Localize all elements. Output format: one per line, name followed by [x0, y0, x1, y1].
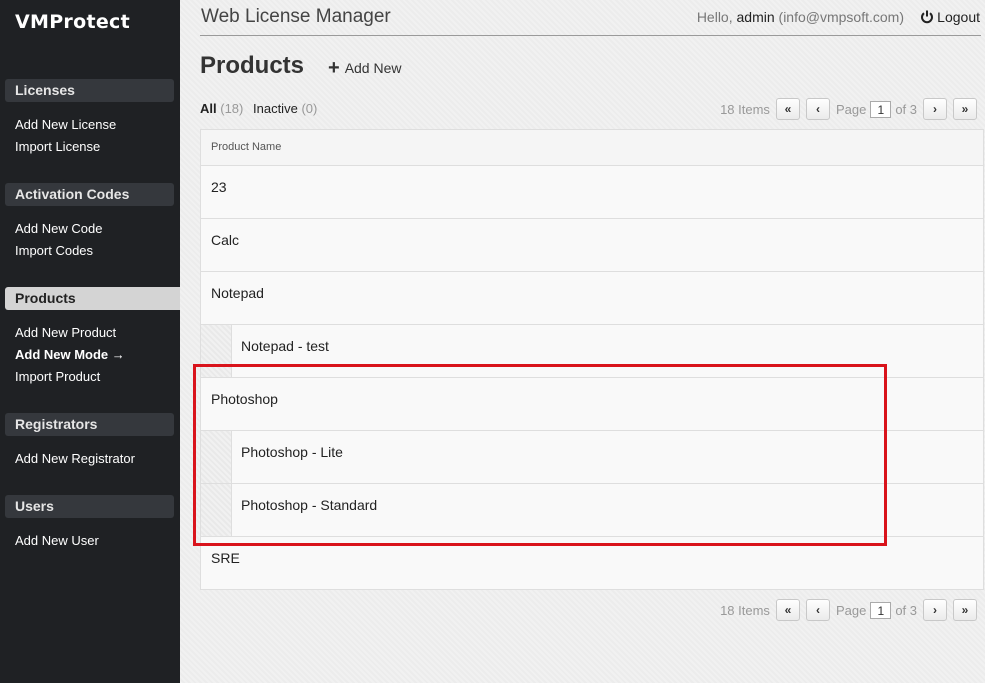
section-users[interactable]: Users [5, 495, 174, 518]
main-content: Web License Manager Hello, admin (info@v… [180, 0, 985, 683]
sidebar: VMProtect Licenses Add New License Impor… [0, 0, 190, 683]
prev-page-button[interactable]: ‹ [805, 98, 830, 120]
product-name[interactable]: Notepad [211, 285, 264, 301]
hello-text: Hello, [696, 9, 733, 25]
plus-icon: + [328, 57, 340, 79]
child-indent [201, 325, 232, 377]
column-header-product-name[interactable]: Product Name [201, 130, 983, 166]
import-codes-link[interactable]: Import Codes [15, 243, 93, 258]
add-new-button[interactable]: + Add New [328, 57, 402, 79]
product-name[interactable]: Calc [211, 232, 239, 248]
page-label: Page [835, 101, 867, 117]
filter-inactive-count: (0) [301, 101, 318, 116]
product-mode-name[interactable]: Photoshop - Lite [241, 444, 343, 460]
add-new-registrator-link[interactable]: Add New Registrator [15, 451, 135, 466]
first-page-button[interactable]: « [775, 599, 800, 621]
last-page-button[interactable]: » [953, 599, 977, 621]
product-mode-name[interactable]: Photoshop - Standard [241, 497, 377, 513]
logo: VMProtect [15, 11, 130, 33]
import-product-link[interactable]: Import Product [15, 369, 100, 384]
table-row[interactable]: Calc [201, 219, 983, 272]
items-count: 18 Items [720, 101, 770, 117]
logout-label: Logout [937, 9, 980, 25]
child-indent [201, 484, 232, 536]
page-number-input[interactable]: 1 [870, 100, 892, 118]
table-row[interactable]: Notepad [201, 272, 983, 325]
next-page-button[interactable]: › [923, 98, 947, 120]
add-new-user-link[interactable]: Add New User [15, 533, 99, 548]
product-name[interactable]: SRE [211, 550, 240, 566]
section-products[interactable]: Products [5, 287, 190, 310]
first-page-button[interactable]: « [775, 98, 800, 120]
user-email: (info@vmpsoft.com) [778, 9, 904, 25]
app-title: Web License Manager [201, 6, 391, 27]
table-row[interactable]: SRE [201, 537, 983, 590]
filter-bar: All (18) Inactive (0) [200, 101, 317, 116]
table-row[interactable]: 23 [201, 166, 983, 219]
pagination-top: 18 Items « ‹ Page 1 of 3 › » [720, 97, 977, 121]
page-total: of 3 [895, 101, 917, 117]
table-row-child[interactable]: Notepad - test [201, 325, 983, 378]
page-number-input[interactable]: 1 [870, 601, 892, 619]
items-count: 18 Items [720, 602, 770, 618]
section-registrators[interactable]: Registrators [5, 413, 174, 436]
add-new-mode-link[interactable]: Add New Mode → [15, 347, 125, 362]
pagination-bottom: 18 Items « ‹ Page 1 of 3 › » [720, 598, 977, 622]
product-mode-name[interactable]: Notepad - test [241, 338, 329, 354]
product-name[interactable]: 23 [211, 179, 227, 195]
power-icon [921, 10, 934, 24]
logout-button[interactable]: Logout [920, 9, 980, 25]
page-title: Products [200, 52, 305, 79]
child-indent [201, 431, 232, 483]
username-link[interactable]: admin [737, 9, 775, 25]
last-page-button[interactable]: » [953, 98, 977, 120]
table-row-child[interactable]: Photoshop - Standard [201, 484, 983, 537]
filter-all-count: (18) [220, 101, 244, 116]
add-new-product-link[interactable]: Add New Product [15, 325, 116, 340]
prev-page-button[interactable]: ‹ [805, 599, 830, 621]
filter-all[interactable]: All [200, 101, 217, 116]
user-greeting: Hello, admin (info@vmpsoft.com) [697, 9, 904, 25]
add-new-code-link[interactable]: Add New Code [15, 221, 102, 236]
header-divider [200, 35, 981, 36]
page-total: of 3 [895, 602, 917, 618]
add-new-label: Add New [344, 60, 402, 76]
product-name[interactable]: Photoshop [211, 391, 278, 407]
section-licenses[interactable]: Licenses [5, 79, 174, 102]
table-row[interactable]: Photoshop [201, 378, 983, 431]
filter-inactive[interactable]: Inactive [253, 101, 298, 116]
table-row-child[interactable]: Photoshop - Lite [201, 431, 983, 484]
add-new-license-link[interactable]: Add New License [15, 117, 116, 132]
page-label: Page [835, 602, 867, 618]
import-license-link[interactable]: Import License [15, 139, 100, 154]
section-activation-codes[interactable]: Activation Codes [5, 183, 174, 206]
products-table: Product Name 23 Calc Notepad Notepad - t… [200, 129, 984, 590]
next-page-button[interactable]: › [923, 599, 947, 621]
